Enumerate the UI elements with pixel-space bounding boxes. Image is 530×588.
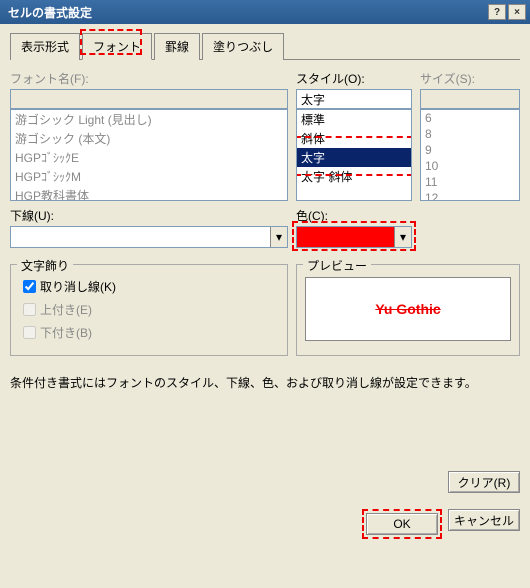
strike-check[interactable]: 取り消し線(K)	[19, 277, 279, 296]
superscript-checkbox	[23, 303, 36, 316]
style-label: スタイル(O):	[296, 70, 412, 87]
help-button[interactable]: ?	[488, 4, 506, 20]
list-item: 8	[421, 126, 519, 142]
preview-text: Yu Gothic	[375, 301, 440, 317]
fontname-list: 游ゴシック Light (見出し) 游ゴシック (本文) HGPｺﾞｼｯｸE H…	[10, 109, 288, 201]
tab-border[interactable]: 罫線	[154, 33, 200, 60]
decor-fieldset: 文字飾り 取り消し線(K) 上付き(E) 下付き(B)	[10, 264, 288, 356]
list-item: 10	[421, 158, 519, 174]
list-item: 6	[421, 110, 519, 126]
color-combo[interactable]: ▾	[296, 226, 412, 248]
strike-label: 取り消し線(K)	[40, 278, 116, 295]
hint-text: 条件付き書式にはフォントのスタイル、下線、色、および取り消し線が設定できます。	[10, 374, 520, 391]
superscript-check: 上付き(E)	[19, 300, 279, 319]
underline-label: 下線(U):	[10, 207, 288, 224]
preview-area: Yu Gothic	[305, 277, 511, 341]
style-input[interactable]	[296, 89, 412, 109]
strike-checkbox[interactable]	[23, 280, 36, 293]
list-item[interactable]: 標準	[297, 110, 411, 129]
list-item: HGP教科書体	[11, 186, 287, 201]
preview-fieldset: プレビュー Yu Gothic	[296, 264, 520, 356]
superscript-label: 上付き(E)	[40, 301, 92, 318]
size-list: 6 8 9 10 11 12	[420, 109, 520, 201]
window-title: セルの書式設定	[4, 4, 486, 21]
dialog-content: 表示形式 フォント 罫線 塗りつぶし フォント名(F): 游ゴシック Light…	[0, 24, 530, 547]
highlight-annotation: OK	[362, 509, 442, 539]
list-item: 12	[421, 190, 519, 201]
list-item[interactable]: 斜体	[297, 129, 411, 148]
size-input	[420, 89, 520, 109]
clear-button[interactable]: クリア(R)	[448, 471, 520, 493]
color-swatch	[297, 227, 394, 247]
ok-button[interactable]: OK	[366, 513, 438, 535]
tab-format[interactable]: 表示形式	[10, 33, 80, 60]
list-item: HGPｺﾞｼｯｸE	[11, 148, 287, 167]
underline-combo[interactable]: ▾	[10, 226, 288, 248]
fontname-label: フォント名(F):	[10, 70, 288, 87]
close-button[interactable]: ×	[508, 4, 526, 20]
chevron-down-icon[interactable]: ▾	[270, 227, 287, 247]
decor-legend: 文字飾り	[17, 257, 73, 274]
list-item: 游ゴシック (本文)	[11, 129, 287, 148]
subscript-label: 下付き(B)	[40, 324, 92, 341]
list-item: 11	[421, 174, 519, 190]
list-item-selected[interactable]: 太字	[297, 148, 411, 167]
color-label: 色(C):	[296, 207, 412, 224]
list-item: HGPｺﾞｼｯｸM	[11, 167, 287, 186]
cancel-button[interactable]: キャンセル	[448, 509, 520, 531]
list-item[interactable]: 太字 斜体	[297, 167, 411, 186]
style-list[interactable]: 標準 斜体 太字 太字 斜体	[296, 109, 412, 201]
subscript-checkbox	[23, 326, 36, 339]
size-label: サイズ(S):	[420, 70, 520, 87]
titlebar: セルの書式設定 ? ×	[0, 0, 530, 24]
tab-fill[interactable]: 塗りつぶし	[202, 33, 284, 60]
list-item: 9	[421, 142, 519, 158]
tab-font[interactable]: フォント	[82, 33, 152, 60]
subscript-check: 下付き(B)	[19, 323, 279, 342]
list-item: 游ゴシック Light (見出し)	[11, 110, 287, 129]
chevron-down-icon[interactable]: ▾	[394, 227, 411, 247]
fontname-input	[10, 89, 288, 109]
preview-legend: プレビュー	[303, 257, 371, 274]
tabstrip: 表示形式 フォント 罫線 塗りつぶし	[10, 32, 520, 60]
